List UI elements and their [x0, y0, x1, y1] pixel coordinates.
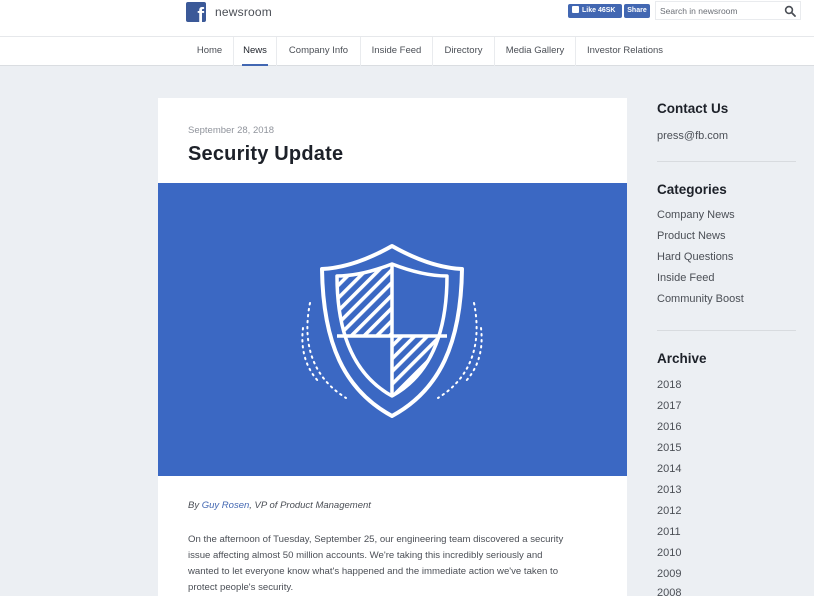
- archive-year-2017[interactable]: 2017: [657, 400, 681, 412]
- article-card: September 28, 2018 Security Update By Gu…: [158, 98, 627, 596]
- shield-icon: [301, 244, 483, 418]
- article-body: On the afternoon of Tuesday, September 2…: [188, 532, 598, 596]
- archive-year-2014[interactable]: 2014: [657, 463, 681, 475]
- divider: [657, 161, 796, 162]
- archive-year-2013[interactable]: 2013: [657, 484, 681, 496]
- byline: By Guy Rosen, VP of Product Management: [188, 500, 371, 511]
- archive-year-2015[interactable]: 2015: [657, 442, 681, 454]
- body-line: issue affecting almost 50 million accoun…: [188, 550, 543, 561]
- nav-item-news[interactable]: News: [234, 37, 277, 66]
- category-hard-questions[interactable]: Hard Questions: [657, 251, 733, 263]
- archive-year-2010[interactable]: 2010: [657, 547, 681, 559]
- brand-name[interactable]: newsroom: [215, 5, 272, 19]
- byline-prefix: By: [188, 500, 200, 511]
- nav-item-media-gallery[interactable]: Media Gallery: [495, 37, 576, 66]
- category-community-boost[interactable]: Community Boost: [657, 293, 744, 305]
- body-line: wanted to let everyone know what's happe…: [188, 566, 559, 577]
- nav-item-investor-relations[interactable]: Investor Relations: [576, 37, 674, 66]
- nav-item-home[interactable]: Home: [186, 37, 234, 66]
- category-inside-feed[interactable]: Inside Feed: [657, 272, 714, 284]
- body-line: protect people's security.: [188, 582, 294, 593]
- search-input[interactable]: [660, 4, 778, 18]
- contact-heading: Contact Us: [657, 101, 729, 116]
- category-company-news[interactable]: Company News: [657, 209, 735, 221]
- nav-item-company-info[interactable]: Company Info: [277, 37, 361, 66]
- archive-heading: Archive: [657, 351, 707, 366]
- archive-year-2016[interactable]: 2016: [657, 421, 681, 433]
- top-header: f newsroom Like 46SK Share: [0, 0, 814, 36]
- post-date: September 28, 2018: [188, 125, 275, 136]
- divider: [657, 330, 796, 331]
- facebook-logo-icon[interactable]: f: [186, 2, 206, 22]
- archive-year-2018[interactable]: 2018: [657, 379, 681, 391]
- author-link[interactable]: Guy Rosen: [202, 500, 250, 511]
- archive-year-2012[interactable]: 2012: [657, 505, 681, 517]
- nav-item-inside-feed[interactable]: Inside Feed: [361, 37, 433, 66]
- nav-item-directory[interactable]: Directory: [433, 37, 495, 66]
- search-box[interactable]: [655, 1, 801, 20]
- thumbs-up-icon: [572, 6, 579, 13]
- like-label: Like 46SK: [582, 7, 616, 14]
- share-button[interactable]: Share: [624, 4, 650, 18]
- category-product-news[interactable]: Product News: [657, 230, 725, 242]
- post-title: Security Update: [188, 143, 344, 165]
- author-role: , VP of Product Management: [249, 500, 371, 511]
- body-line: On the afternoon of Tuesday, September 2…: [188, 534, 564, 545]
- archive-year-2008[interactable]: 2008: [657, 587, 681, 596]
- like-button[interactable]: Like 46SK: [568, 4, 622, 18]
- search-icon[interactable]: [784, 5, 796, 17]
- main-nav: Home News Company Info Inside Feed Direc…: [0, 36, 814, 66]
- contact-email-link[interactable]: press@fb.com: [657, 130, 728, 142]
- archive-year-2011[interactable]: 2011: [657, 526, 681, 538]
- hero-image: [158, 183, 627, 476]
- archive-year-2009[interactable]: 2009: [657, 568, 681, 580]
- categories-heading: Categories: [657, 182, 727, 197]
